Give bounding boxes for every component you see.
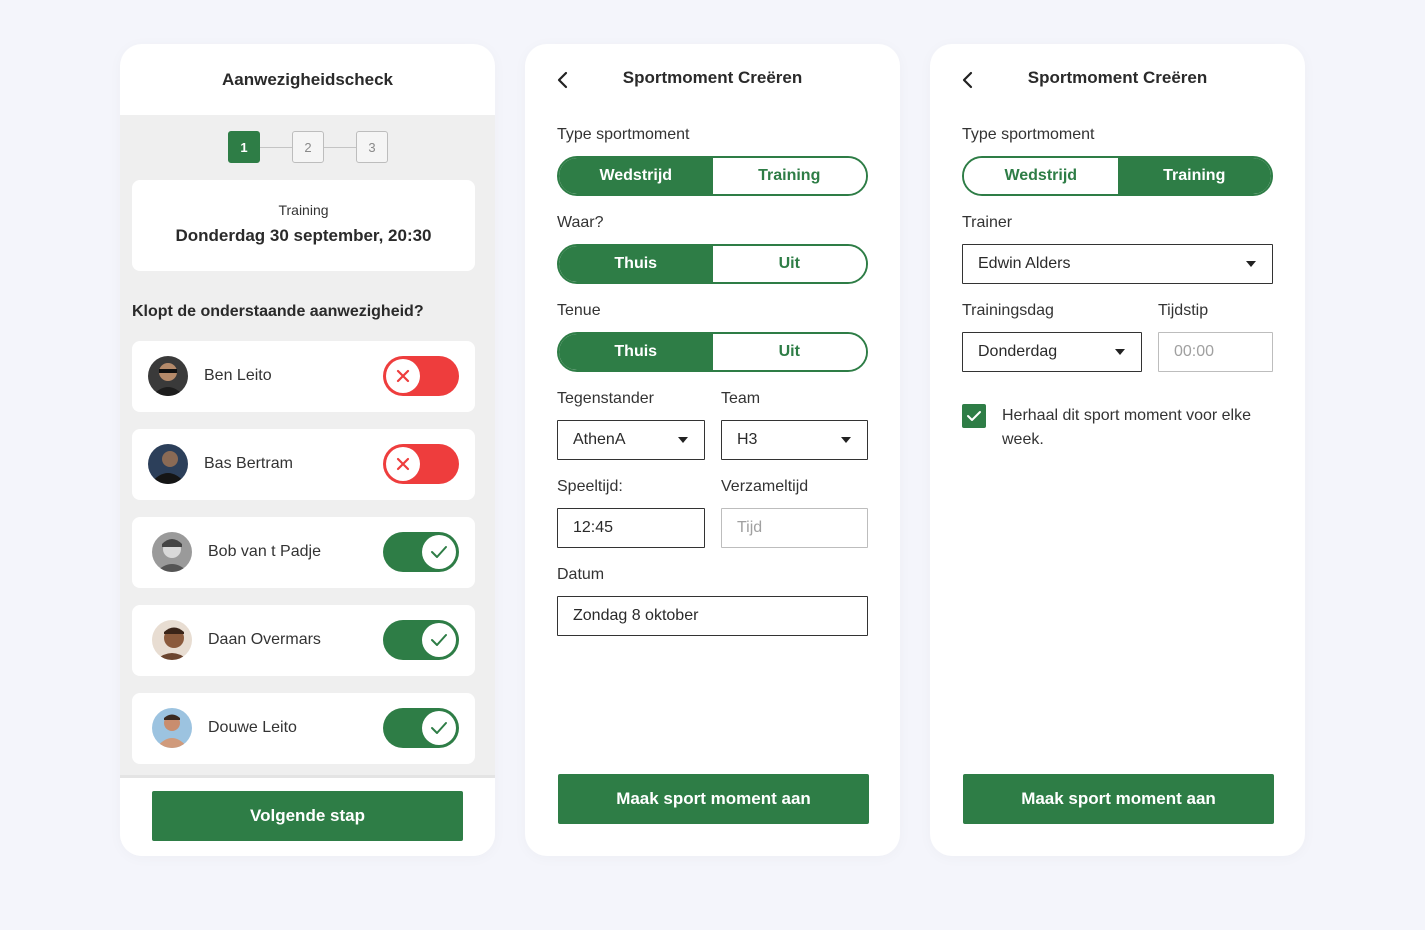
page-title: Sportmoment Creëren <box>1027 68 1208 87</box>
date-label: Datum <box>557 566 605 583</box>
gathertime-label: Verzameltijd <box>721 478 809 495</box>
attendance-footer: Volgende stap <box>120 775 495 856</box>
match-form-card: Sportmoment Creëren Type sportmoment Wed… <box>525 44 900 856</box>
trainer-value: Edwin Alders <box>978 255 1071 272</box>
list-item: Bob van t Padje <box>132 517 475 588</box>
attendance-title: Aanwezigheidscheck <box>221 69 393 89</box>
list-item: Bas Bertram <box>132 429 475 500</box>
nav-header: Sportmoment Creëren <box>930 44 1305 114</box>
attendance-toggle[interactable] <box>383 444 459 484</box>
where-label: Waar? <box>557 214 604 231</box>
create-moment-button[interactable]: Maak sport moment aan <box>963 774 1274 824</box>
attendance-toggle[interactable] <box>383 356 459 396</box>
session-type: Training <box>278 202 329 218</box>
opponent-select[interactable]: AthenA <box>557 420 705 460</box>
avatar <box>152 620 192 660</box>
outfit-segmented-control: Thuis Uit <box>557 332 868 372</box>
avatar <box>148 444 188 484</box>
outfit-label: Tenue <box>557 302 601 319</box>
repeat-label: Herhaal dit sport moment voor elke week. <box>1002 407 1251 448</box>
stepper: 1 2 3 <box>228 131 388 163</box>
close-icon <box>386 447 420 481</box>
type-option-training[interactable]: Training <box>712 158 866 194</box>
check-icon <box>422 623 456 657</box>
person-name: Daan Overmars <box>208 631 321 648</box>
close-icon <box>386 359 420 393</box>
list-item: Daan Overmars <box>132 605 475 676</box>
person-name: Ben Leito <box>204 367 272 384</box>
caret-down-icon <box>1246 261 1256 267</box>
list-item: Douwe Leito <box>132 693 475 764</box>
day-label: Trainingsdag <box>962 302 1054 319</box>
page-title: Sportmoment Creëren <box>622 68 803 87</box>
date-input[interactable]: Zondag 8 oktober <box>557 596 868 636</box>
step-3[interactable]: 3 <box>356 131 388 163</box>
playtime-label: Speeltijd: <box>557 478 623 495</box>
next-step-button[interactable]: Volgende stap <box>152 791 463 841</box>
step-connector <box>260 146 292 148</box>
caret-down-icon <box>1115 349 1125 355</box>
opponent-label: Tegenstander <box>557 390 654 407</box>
training-form-card: Sportmoment Creëren Type sportmoment Wed… <box>930 44 1305 856</box>
team-label: Team <box>721 390 761 407</box>
session-summary: Training Donderdag 30 september, 20:30 <box>132 180 475 271</box>
step-2[interactable]: 2 <box>292 131 324 163</box>
playtime-input[interactable]: 12:45 <box>557 508 705 548</box>
type-label: Type sportmoment <box>557 126 690 143</box>
gathertime-input[interactable]: Tijd <box>721 508 868 548</box>
day-value: Donderdag <box>978 343 1058 360</box>
attendance-toggle[interactable] <box>383 532 459 572</box>
trainer-label: Trainer <box>962 214 1013 231</box>
type-option-wedstrijd[interactable]: Wedstrijd <box>964 158 1118 194</box>
trainer-select[interactable]: Edwin Alders <box>962 244 1273 284</box>
avatar <box>148 356 188 396</box>
step-1[interactable]: 1 <box>228 131 260 163</box>
type-segmented-control: Wedstrijd Training <box>962 156 1273 196</box>
session-date: Donderdag 30 september, 20:30 <box>175 226 432 245</box>
type-option-wedstrijd[interactable]: Wedstrijd <box>559 158 713 194</box>
team-select[interactable]: H3 <box>721 420 868 460</box>
outfit-option-uit[interactable]: Uit <box>712 334 866 370</box>
person-name: Bob van t Padje <box>208 543 321 560</box>
where-segmented-control: Thuis Uit <box>557 244 868 284</box>
where-option-uit[interactable]: Uit <box>712 246 866 282</box>
nav-header: Sportmoment Creëren <box>525 44 900 114</box>
type-segmented-control: Wedstrijd Training <box>557 156 868 196</box>
person-name: Bas Bertram <box>204 455 293 472</box>
attendance-question: Klopt de onderstaande aanwezigheid? <box>132 303 424 320</box>
time-label: Tijdstip <box>1158 302 1209 319</box>
repeat-checkbox[interactable] <box>962 404 986 428</box>
day-select[interactable]: Donderdag <box>962 332 1142 372</box>
check-icon <box>967 411 981 421</box>
caret-down-icon <box>841 437 851 443</box>
step-connector <box>324 146 356 148</box>
team-value: H3 <box>737 431 758 448</box>
avatar <box>152 532 192 572</box>
caret-down-icon <box>678 437 688 443</box>
attendance-toggle[interactable] <box>383 708 459 748</box>
avatar <box>152 708 192 748</box>
type-option-training[interactable]: Training <box>1117 158 1271 194</box>
attendance-body: 1 2 3 Training Donderdag 30 september, 2… <box>120 115 495 775</box>
opponent-value: AthenA <box>573 431 626 448</box>
where-option-thuis[interactable]: Thuis <box>559 246 713 282</box>
type-label: Type sportmoment <box>962 126 1095 143</box>
list-item: Ben Leito <box>132 341 475 412</box>
attendance-toggle[interactable] <box>383 620 459 660</box>
check-icon <box>422 711 456 745</box>
attendance-card: Aanwezigheidscheck 1 2 3 Training Donder… <box>120 44 495 856</box>
person-name: Douwe Leito <box>208 719 297 736</box>
time-input[interactable]: 00:00 <box>1158 332 1273 372</box>
check-icon <box>422 535 456 569</box>
create-moment-button[interactable]: Maak sport moment aan <box>558 774 869 824</box>
outfit-option-thuis[interactable]: Thuis <box>559 334 713 370</box>
